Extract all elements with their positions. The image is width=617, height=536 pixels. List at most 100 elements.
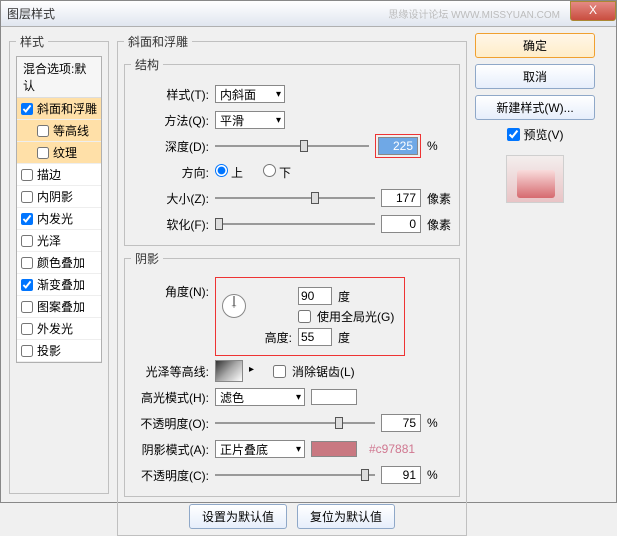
style-item-checkbox[interactable] xyxy=(21,301,33,313)
style-item-7[interactable]: 颜色叠加 xyxy=(17,252,101,274)
style-item-checkbox[interactable] xyxy=(21,103,33,115)
cancel-button[interactable]: 取消 xyxy=(475,64,595,89)
style-item-label: 投影 xyxy=(37,342,61,359)
style-select[interactable]: 内斜面 xyxy=(215,85,285,103)
antialias-checkbox[interactable] xyxy=(273,365,286,378)
structure-legend: 结构 xyxy=(131,56,163,73)
gloss-label: 光泽等高线: xyxy=(131,363,209,380)
depth-input[interactable] xyxy=(378,137,418,155)
bottom-buttons: 设置为默认值 复位为默认值 xyxy=(124,504,460,529)
soften-unit: 像素 xyxy=(427,216,453,233)
style-item-checkbox[interactable] xyxy=(21,235,33,247)
shadow-opacity-input[interactable] xyxy=(381,466,421,484)
direction-down[interactable]: 下 xyxy=(263,164,291,181)
style-item-1[interactable]: 等高线 xyxy=(17,120,101,142)
close-icon: X xyxy=(589,3,597,17)
soften-input[interactable] xyxy=(381,215,421,233)
antialias-label: 消除锯齿(L) xyxy=(292,363,355,380)
new-style-button[interactable]: 新建样式(W)... xyxy=(475,95,595,120)
style-item-label: 外发光 xyxy=(37,320,73,337)
preview-checkbox[interactable] xyxy=(507,128,520,141)
shadow-mode-select[interactable]: 正片叠底 xyxy=(215,440,305,458)
style-item-5[interactable]: 内发光 xyxy=(17,208,101,230)
style-item-6[interactable]: 光泽 xyxy=(17,230,101,252)
bevel-fieldset: 斜面和浮雕 结构 样式(T): 内斜面 方法(Q): 平滑 深度(D): xyxy=(117,33,467,536)
technique-select[interactable]: 平滑 xyxy=(215,111,285,129)
shadow-color-hex: #c97881 xyxy=(369,442,415,456)
style-item-4[interactable]: 内阴影 xyxy=(17,186,101,208)
style-item-checkbox[interactable] xyxy=(21,191,33,203)
angle-dial[interactable] xyxy=(222,294,246,318)
style-row: 样式(T): 内斜面 xyxy=(131,83,453,105)
highlight-opacity-slider[interactable] xyxy=(215,415,375,431)
depth-highlight xyxy=(375,134,421,158)
highlight-mode-select[interactable]: 滤色 xyxy=(215,388,305,406)
style-item-11[interactable]: 投影 xyxy=(17,340,101,362)
shadow-color-swatch[interactable] xyxy=(311,441,357,457)
style-item-label: 图案叠加 xyxy=(37,298,85,315)
direction-label: 方向: xyxy=(131,164,209,181)
styles-legend: 样式 xyxy=(16,33,48,50)
direction-row: 方向: 上 下 xyxy=(131,161,453,183)
shadow-mode-row: 阴影模式(A): 正片叠底 #c97881 xyxy=(131,438,453,460)
style-item-checkbox[interactable] xyxy=(21,279,33,291)
styles-list: 混合选项:默认 斜面和浮雕等高线纹理描边内阴影内发光光泽颜色叠加渐变叠加图案叠加… xyxy=(16,56,102,363)
soften-slider[interactable] xyxy=(215,216,375,232)
altitude-input[interactable] xyxy=(298,328,332,346)
size-slider[interactable] xyxy=(215,190,375,206)
angle-label: 角度(N): xyxy=(131,283,209,300)
gloss-row: 光泽等高线: 消除锯齿(L) xyxy=(131,360,453,382)
styles-column: 样式 混合选项:默认 斜面和浮雕等高线纹理描边内阴影内发光光泽颜色叠加渐变叠加图… xyxy=(9,33,109,494)
style-item-checkbox[interactable] xyxy=(21,323,33,335)
watermark: 思缘设计论坛 WWW.MISSYUAN.COM xyxy=(388,6,560,21)
style-item-10[interactable]: 外发光 xyxy=(17,318,101,340)
style-item-label: 渐变叠加 xyxy=(37,276,85,293)
highlight-color-swatch[interactable] xyxy=(311,389,357,405)
gloss-contour-picker[interactable] xyxy=(215,360,243,382)
shadow-opacity-slider[interactable] xyxy=(215,467,375,483)
angle-input[interactable] xyxy=(298,287,332,305)
depth-row: 深度(D): % xyxy=(131,135,453,157)
shadow-mode-label: 阴影模式(A): xyxy=(131,441,209,458)
shadow-opacity-label: 不透明度(C): xyxy=(131,467,209,484)
style-item-checkbox[interactable] xyxy=(21,345,33,357)
depth-slider[interactable] xyxy=(215,138,369,154)
shadow-opacity-row: 不透明度(C): % xyxy=(131,464,453,486)
close-button[interactable]: X xyxy=(570,1,616,21)
style-item-0[interactable]: 斜面和浮雕 xyxy=(17,98,101,120)
shadow-opacity-unit: % xyxy=(427,468,453,482)
style-item-8[interactable]: 渐变叠加 xyxy=(17,274,101,296)
depth-unit: % xyxy=(427,139,453,153)
style-item-checkbox[interactable] xyxy=(21,169,33,181)
style-item-9[interactable]: 图案叠加 xyxy=(17,296,101,318)
shading-legend: 阴影 xyxy=(131,250,163,267)
size-row: 大小(Z): 像素 xyxy=(131,187,453,209)
style-item-checkbox[interactable] xyxy=(37,147,49,159)
make-default-button[interactable]: 设置为默认值 xyxy=(189,504,287,529)
reset-default-button[interactable]: 复位为默认值 xyxy=(297,504,395,529)
soften-row: 软化(F): 像素 xyxy=(131,213,453,235)
global-light-checkbox[interactable] xyxy=(298,310,311,323)
size-input[interactable] xyxy=(381,189,421,207)
direction-up-radio[interactable] xyxy=(215,164,228,177)
shading-fieldset: 阴影 角度(N): 度 xyxy=(124,250,460,497)
style-item-2[interactable]: 纹理 xyxy=(17,142,101,164)
style-label: 样式(T): xyxy=(131,86,209,103)
actions-column: 确定 取消 新建样式(W)... 预览(V) xyxy=(475,33,595,494)
style-item-label: 光泽 xyxy=(37,232,61,249)
direction-up[interactable]: 上 xyxy=(215,164,243,181)
style-item-3[interactable]: 描边 xyxy=(17,164,101,186)
preview-row: 预览(V) xyxy=(475,126,595,143)
highlight-opacity-input[interactable] xyxy=(381,414,421,432)
structure-fieldset: 结构 样式(T): 内斜面 方法(Q): 平滑 深度(D): xyxy=(124,56,460,246)
direction-down-radio[interactable] xyxy=(263,164,276,177)
blend-options-header[interactable]: 混合选项:默认 xyxy=(17,57,101,98)
ok-button[interactable]: 确定 xyxy=(475,33,595,58)
highlight-mode-row: 高光模式(H): 滤色 xyxy=(131,386,453,408)
highlight-mode-label: 高光模式(H): xyxy=(131,389,209,406)
style-item-checkbox[interactable] xyxy=(37,125,49,137)
style-item-checkbox[interactable] xyxy=(21,257,33,269)
angle-unit: 度 xyxy=(338,288,350,305)
technique-row: 方法(Q): 平滑 xyxy=(131,109,453,131)
style-item-checkbox[interactable] xyxy=(21,213,33,225)
